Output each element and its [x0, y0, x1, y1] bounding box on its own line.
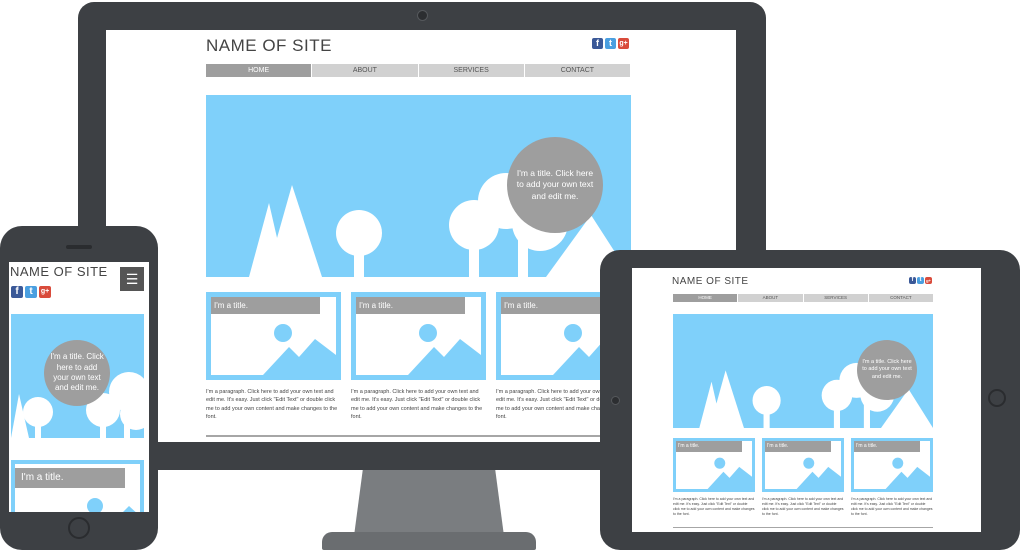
twitter-icon[interactable]: t [605, 38, 616, 49]
card-title[interactable]: I'm a title. [765, 441, 831, 452]
nav-about[interactable]: ABOUT [737, 294, 802, 302]
tablet-screen: NAME OF SITE f t g+ HOME ABOUT SERVICES … [632, 268, 981, 532]
google-plus-icon[interactable]: g+ [925, 277, 932, 284]
card-title[interactable]: I'm a title. [501, 297, 610, 314]
card-paragraph[interactable]: I'm a paragraph. Click here to add your … [762, 497, 844, 517]
monitor-stand-base [322, 532, 536, 550]
card-paragraph[interactable]: I'm a paragraph. Click here to add your … [206, 388, 341, 421]
site-title[interactable]: NAME OF SITE [672, 276, 749, 287]
hero-title-circle[interactable]: I'm a title. Click here to add your own … [44, 340, 110, 406]
nav-services[interactable]: SERVICES [802, 294, 868, 302]
google-plus-icon[interactable]: g+ [39, 286, 51, 298]
hero-banner: I'm a title. Click here to add your own … [206, 95, 631, 277]
card-paragraph[interactable]: I'm a paragraph. Click here to add your … [351, 388, 486, 421]
card-paragraph[interactable]: I'm a paragraph. Click here to add your … [851, 497, 933, 517]
social-icons: f t g+ [11, 286, 51, 298]
facebook-icon[interactable]: f [909, 277, 916, 284]
nav-home[interactable]: HOME [673, 294, 738, 302]
social-icons: f t g+ [909, 277, 932, 284]
monitor-camera-icon [417, 10, 428, 21]
google-plus-icon[interactable]: g+ [618, 38, 629, 49]
hero-title-circle[interactable]: I'm a title. Click here to add your own … [857, 340, 917, 400]
tablet-home-button[interactable] [988, 389, 1006, 407]
phone-home-button[interactable] [68, 517, 90, 539]
nav-about[interactable]: ABOUT [311, 64, 417, 77]
hamburger-menu-button[interactable]: ☰ [120, 267, 144, 291]
footer-divider [206, 435, 631, 437]
nav-bar: HOME ABOUT SERVICES CONTACT [206, 64, 630, 77]
nav-bar: HOME ABOUT SERVICES CONTACT [673, 294, 933, 302]
nav-contact[interactable]: CONTACT [867, 294, 933, 302]
twitter-icon[interactable]: t [25, 286, 37, 298]
feature-card[interactable]: I'm a title. [351, 292, 486, 380]
monitor-stand-neck [354, 468, 504, 536]
card-title[interactable]: I'm a title. [356, 297, 465, 314]
nav-contact[interactable]: CONTACT [523, 64, 630, 77]
site-title[interactable]: NAME OF SITE [10, 264, 108, 279]
site-title[interactable]: NAME OF SITE [206, 36, 332, 56]
feature-card[interactable]: I'm a title. [673, 438, 755, 492]
footer-divider [673, 527, 933, 528]
card-title[interactable]: I'm a title. [676, 441, 742, 452]
hero-banner: I'm a title. Click here to add your own … [11, 314, 144, 438]
phone-speaker [66, 245, 92, 249]
social-icons: f t g+ [592, 38, 629, 49]
feature-card[interactable]: I'm a title. [851, 438, 933, 492]
facebook-icon[interactable]: f [592, 38, 603, 49]
feature-card[interactable]: I'm a title. [11, 460, 144, 512]
twitter-icon[interactable]: t [917, 277, 924, 284]
facebook-icon[interactable]: f [11, 286, 23, 298]
phone-screen: NAME OF SITE f t g+ ☰ I'm a title. Click… [9, 262, 149, 512]
menu-icon: ☰ [125, 271, 139, 287]
nav-services[interactable]: SERVICES [417, 64, 524, 77]
tablet-camera-icon [611, 396, 620, 405]
feature-card[interactable]: I'm a title. [206, 292, 341, 380]
card-title[interactable]: I'm a title. [854, 441, 920, 452]
card-title[interactable]: I'm a title. [15, 468, 125, 488]
feature-card[interactable]: I'm a title. [762, 438, 844, 492]
card-paragraph[interactable]: I'm a paragraph. Click here to add your … [673, 497, 755, 517]
card-title[interactable]: I'm a title. [211, 297, 320, 314]
nav-home[interactable]: HOME [206, 64, 312, 77]
hero-banner: I'm a title. Click here to add your own … [673, 314, 933, 428]
hero-title-circle[interactable]: I'm a title. Click here to add your own … [507, 137, 603, 233]
